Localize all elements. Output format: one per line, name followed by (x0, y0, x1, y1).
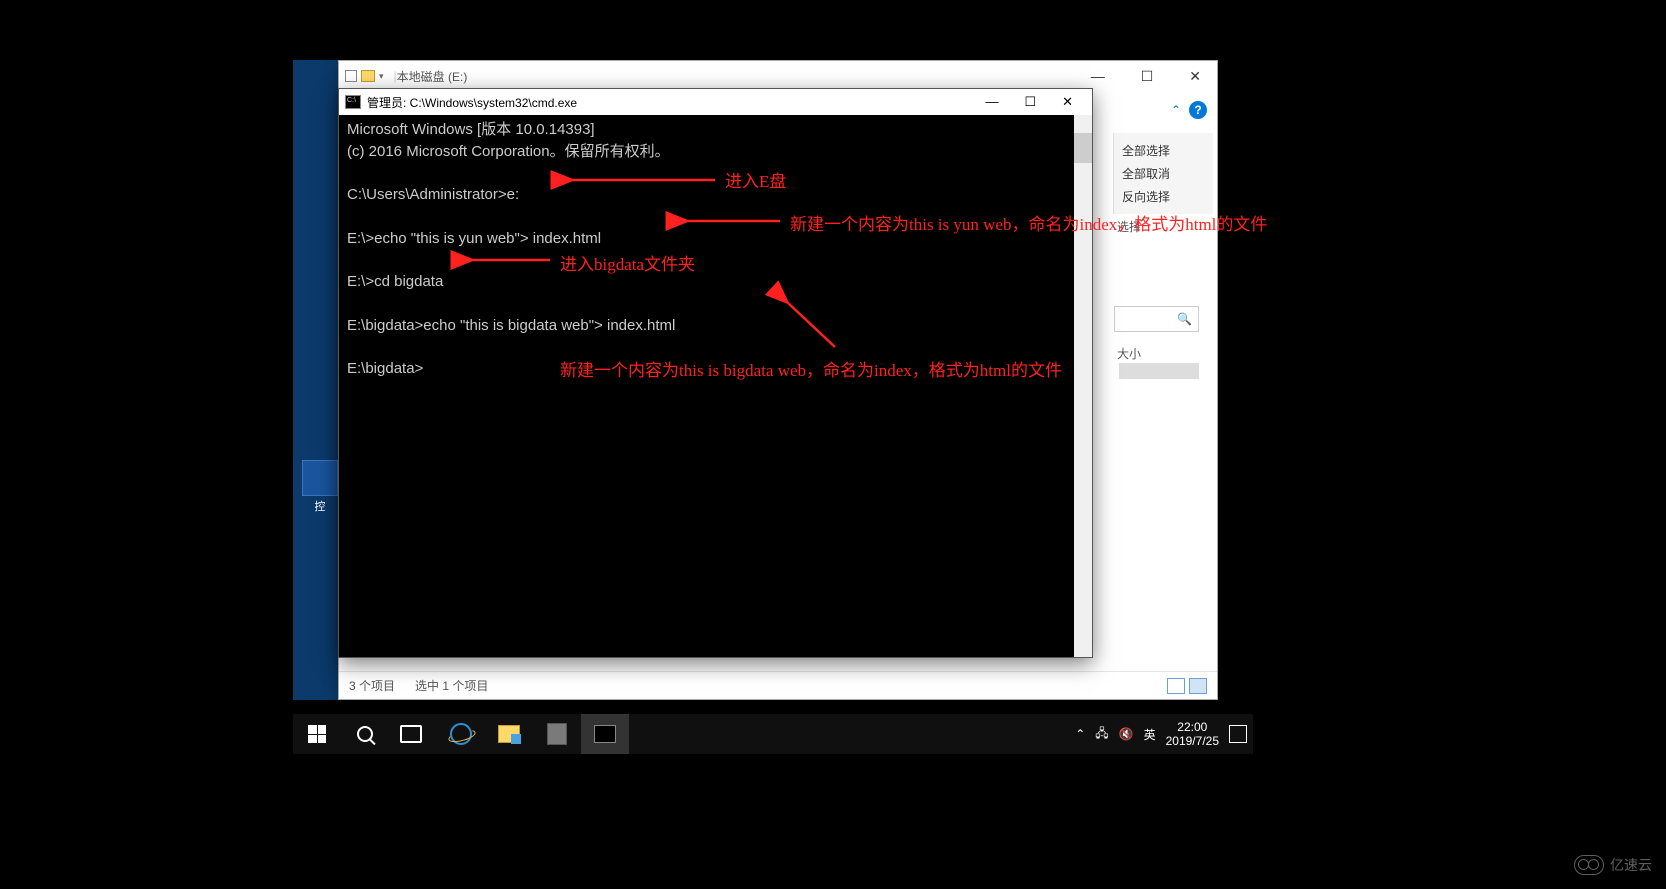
task-view-button[interactable] (389, 714, 437, 754)
cmd-minimize-button[interactable]: — (972, 91, 1011, 113)
status-item-count: 3 个项目 (349, 677, 395, 694)
cmd-line: E:\bigdata> (347, 360, 423, 377)
watermark: 亿速云 (1574, 855, 1652, 875)
system-tray: ⌃ 🖧 🔇 英 22:00 2019/7/25 (1075, 720, 1253, 749)
file-size-cell (1119, 363, 1199, 379)
server-icon (547, 723, 567, 745)
cmd-line: Microsoft Windows [版本 10.0.14393] (347, 121, 595, 138)
annotation-text-3: 进入bigdata文件夹 (560, 250, 695, 275)
annotation-arrow-4 (780, 297, 850, 357)
help-icon[interactable]: ? (1189, 101, 1207, 119)
cmd-output[interactable]: Microsoft Windows [版本 10.0.14393] (c) 20… (339, 115, 1092, 657)
explorer-close-button[interactable]: ✕ (1179, 64, 1211, 89)
taskbar-clock[interactable]: 22:00 2019/7/25 (1166, 720, 1219, 749)
taskbar: ⌃ 🖧 🔇 英 22:00 2019/7/25 (293, 714, 1253, 754)
cmd-line: E:\>echo "this is yun web"> index.html (347, 230, 601, 247)
cmd-close-button[interactable]: ✕ (1049, 91, 1086, 113)
explorer-maximize-button[interactable]: ☐ (1131, 64, 1164, 89)
clock-time: 22:00 (1166, 720, 1219, 734)
explorer-statusbar: 3 个项目 选中 1 个项目 (339, 671, 1217, 699)
explorer-title: 本地磁盘 (E:) (397, 68, 468, 85)
taskbar-explorer[interactable] (485, 714, 533, 754)
annotation-text-4: 新建一个内容为this is bigdata web，命名为index，格式为h… (560, 356, 1120, 381)
qat-checkbox-icon[interactable] (345, 70, 357, 82)
search-icon (357, 726, 373, 742)
folder-icon (498, 725, 520, 743)
tray-network-icon[interactable]: 🖧 (1095, 724, 1108, 745)
annotation-arrow-1 (565, 170, 725, 190)
annotation-text-2: 新建一个内容为this is yun web，命名为index，格式为html的… (790, 210, 1267, 235)
cmd-maximize-button[interactable]: ☐ (1011, 91, 1049, 113)
ribbon-select-group: 全部选择 全部取消 反向选择 (1113, 133, 1213, 214)
cmd-line: C:\Users\Administrator>e: (347, 186, 519, 203)
taskbar-cmd[interactable] (581, 714, 629, 754)
annotation-arrow-2 (680, 211, 790, 231)
cmd-line: E:\bigdata>echo "this is bigdata web"> i… (347, 317, 675, 334)
cmd-scroll-thumb[interactable] (1074, 133, 1092, 163)
start-button[interactable] (293, 714, 341, 754)
task-view-icon (404, 727, 422, 741)
explorer-search-input[interactable]: 🔍 (1114, 306, 1199, 332)
taskbar-search-button[interactable] (341, 714, 389, 754)
status-selected-count: 选中 1 个项目 (415, 677, 488, 694)
cmd-icon (345, 95, 361, 109)
watermark-logo-icon (1574, 855, 1604, 875)
ribbon-invert-selection[interactable]: 反向选择 (1120, 185, 1207, 208)
tray-chevron-icon[interactable]: ⌃ (1075, 727, 1085, 741)
annotation-text-1: 进入E盘 (725, 167, 786, 192)
ribbon-collapse-icon[interactable]: ⌃ (1171, 103, 1181, 117)
taskbar-ie[interactable] (437, 714, 485, 754)
explorer-titlebar[interactable]: ▾ | 本地磁盘 (E:) — ☐ ✕ (339, 61, 1217, 91)
cmd-title-text: 管理员: C:\Windows\system32\cmd.exe (367, 94, 577, 111)
watermark-text: 亿速云 (1610, 855, 1652, 875)
view-tiles-icon[interactable] (1189, 678, 1207, 694)
search-icon: 🔍 (1177, 312, 1192, 326)
cmd-scrollbar[interactable] (1074, 115, 1092, 657)
cmd-line: (c) 2016 Microsoft Corporation。保留所有权利。 (347, 143, 670, 160)
cmd-titlebar[interactable]: 管理员: C:\Windows\system32\cmd.exe — ☐ ✕ (339, 89, 1092, 115)
annotation-arrow-3 (465, 250, 560, 270)
explorer-minimize-button[interactable]: — (1081, 64, 1115, 89)
notification-center-icon[interactable] (1229, 725, 1247, 743)
tray-volume-icon[interactable]: 🔇 (1119, 727, 1134, 741)
cmd-line: E:\>cd bigdata (347, 273, 443, 290)
qat-folder-icon[interactable] (361, 70, 375, 82)
ribbon-deselect-all[interactable]: 全部取消 (1120, 162, 1207, 185)
windows-logo-icon (308, 725, 326, 743)
ribbon-select-all[interactable]: 全部选择 (1120, 139, 1207, 162)
cmd-taskbar-icon (594, 725, 616, 743)
qat-dropdown-icon[interactable]: ▾ (379, 71, 384, 82)
taskbar-server-manager[interactable] (533, 714, 581, 754)
clock-date: 2019/7/25 (1166, 734, 1219, 748)
tray-ime-indicator[interactable]: 英 (1144, 726, 1156, 743)
ie-icon (450, 723, 472, 745)
view-details-icon[interactable] (1167, 678, 1185, 694)
